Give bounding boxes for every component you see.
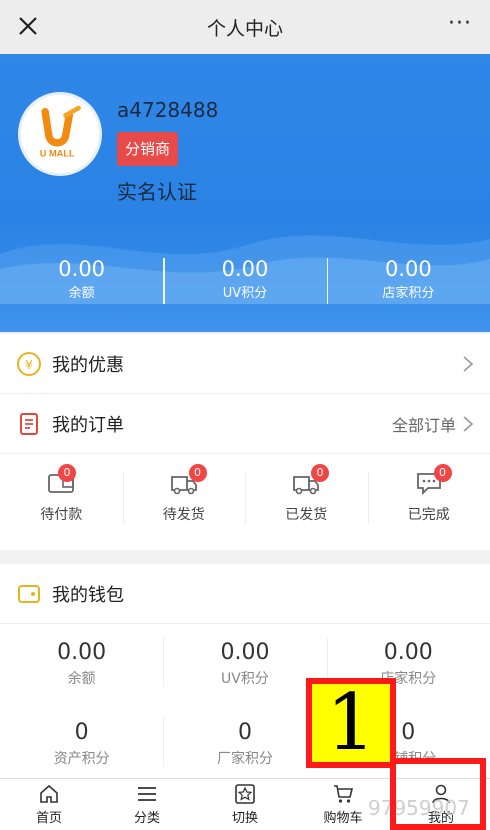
more-icon[interactable]: ··· <box>448 13 472 35</box>
wallet-item-label: 厂家积分 <box>216 751 273 767</box>
stat-label: 余额 <box>68 286 95 301</box>
close-icon[interactable] <box>14 12 42 40</box>
tab-category[interactable]: 分类 <box>98 779 196 830</box>
wallet-icon <box>18 584 40 603</box>
page-title: 个人中心 <box>206 17 283 40</box>
stat-shop-points[interactable]: 0.00 店家积分 <box>326 254 490 312</box>
svg-text:¥: ¥ <box>25 358 33 372</box>
step-annotation: 1 <box>306 678 396 768</box>
wallet-value: 0.00 <box>383 640 433 665</box>
orders-row[interactable]: 我的订单 全部订单 <box>0 394 490 454</box>
wallet-factory-points[interactable]: 0 厂家积分 <box>163 704 326 784</box>
tab-label: 切换 <box>231 811 258 826</box>
order-pending-payment[interactable]: 0 待付款 <box>0 464 123 550</box>
coupons-row[interactable]: ¥ 我的优惠 <box>0 334 490 394</box>
highlight-box <box>390 758 486 830</box>
stat-value: 0.00 <box>221 257 269 281</box>
orders-label: 我的订单 <box>52 414 124 436</box>
menu-icon <box>138 787 156 801</box>
stat-value: 0.00 <box>58 257 106 281</box>
order-status-label: 已发货 <box>285 507 328 523</box>
wallet-value: 0 <box>237 720 252 745</box>
order-pending-shipment[interactable]: 0 待发货 <box>122 464 246 550</box>
top-bar: 个人中心 ··· <box>0 0 490 54</box>
wallet-value: 0.00 <box>220 640 270 665</box>
stats-bar: 0.00 余额 0.00 UV积分 0.00 店家积分 <box>0 254 490 312</box>
verify-link[interactable]: 实名认证 <box>117 176 197 205</box>
order-status-bar: 0 待付款 0 待发货 0 已发货 0 已完成 <box>0 454 490 550</box>
step-number: 1 <box>326 678 376 768</box>
order-shipped[interactable]: 0 已发货 <box>245 464 368 550</box>
shop-logo: U MALL <box>18 92 102 176</box>
count-badge: 0 <box>433 464 452 482</box>
svg-text:U MALL: U MALL <box>40 148 75 158</box>
wallet-item-label: 资产积分 <box>53 751 110 767</box>
coupons-label: 我的优惠 <box>52 354 124 376</box>
wallet-value: 0.00 <box>57 640 107 665</box>
wallet-item-label: 余额 <box>67 671 96 687</box>
stat-uv-points[interactable]: 0.00 UV积分 <box>163 254 326 312</box>
role-badge: 分销商 <box>117 132 179 166</box>
wallet-label: 我的钱包 <box>52 584 124 606</box>
cart-icon <box>334 785 354 803</box>
tab-home[interactable]: 首页 <box>0 779 98 830</box>
wallet-row[interactable]: 我的钱包 <box>0 564 490 624</box>
wallet-card: 我的钱包 0.00 余额 0.00 UV积分 0.00 店家积分 0 资产积分 … <box>0 564 490 778</box>
wallet-asset-points[interactable]: 0 资产积分 <box>0 704 163 784</box>
count-badge: 0 <box>58 464 76 482</box>
order-status-label: 待付款 <box>40 507 83 523</box>
count-badge: 0 <box>188 464 207 482</box>
stat-label: 店家积分 <box>382 286 435 301</box>
switch-icon <box>235 784 255 804</box>
wallet-value: 0 <box>74 720 89 745</box>
order-status-label: 已完成 <box>407 507 450 523</box>
home-icon <box>40 784 58 803</box>
count-badge: 0 <box>311 464 329 482</box>
profile-header: U MALL a4728488 分销商 实名认证 0.00 余额 0.00 UV… <box>0 54 490 332</box>
chevron-right-icon <box>463 355 474 372</box>
tab-label: 分类 <box>133 811 160 826</box>
wallet-balance[interactable]: 0.00 余额 <box>0 624 163 704</box>
tab-label: 首页 <box>35 811 62 826</box>
stat-value: 0.00 <box>384 257 432 281</box>
coupon-icon: ¥ <box>17 351 41 376</box>
chevron-right-icon <box>463 415 474 432</box>
order-icon <box>20 412 38 435</box>
menu-card: ¥ 我的优惠 我的订单 全部订单 0 待付款 0 待发货 0 已发货 0 已完成 <box>0 334 490 550</box>
all-orders-link[interactable]: 全部订单 <box>392 412 456 436</box>
username: a4728488 <box>117 98 219 122</box>
order-status-label: 待发货 <box>162 507 205 523</box>
wallet-uv-points[interactable]: 0.00 UV积分 <box>163 624 326 704</box>
wallet-item-label: UV积分 <box>221 671 269 687</box>
tab-switch[interactable]: 切换 <box>196 779 294 830</box>
stat-label: UV积分 <box>222 286 268 301</box>
stat-balance[interactable]: 0.00 余额 <box>0 254 163 312</box>
order-completed[interactable]: 0 已完成 <box>367 464 490 550</box>
tab-label: 购物车 <box>323 811 363 826</box>
